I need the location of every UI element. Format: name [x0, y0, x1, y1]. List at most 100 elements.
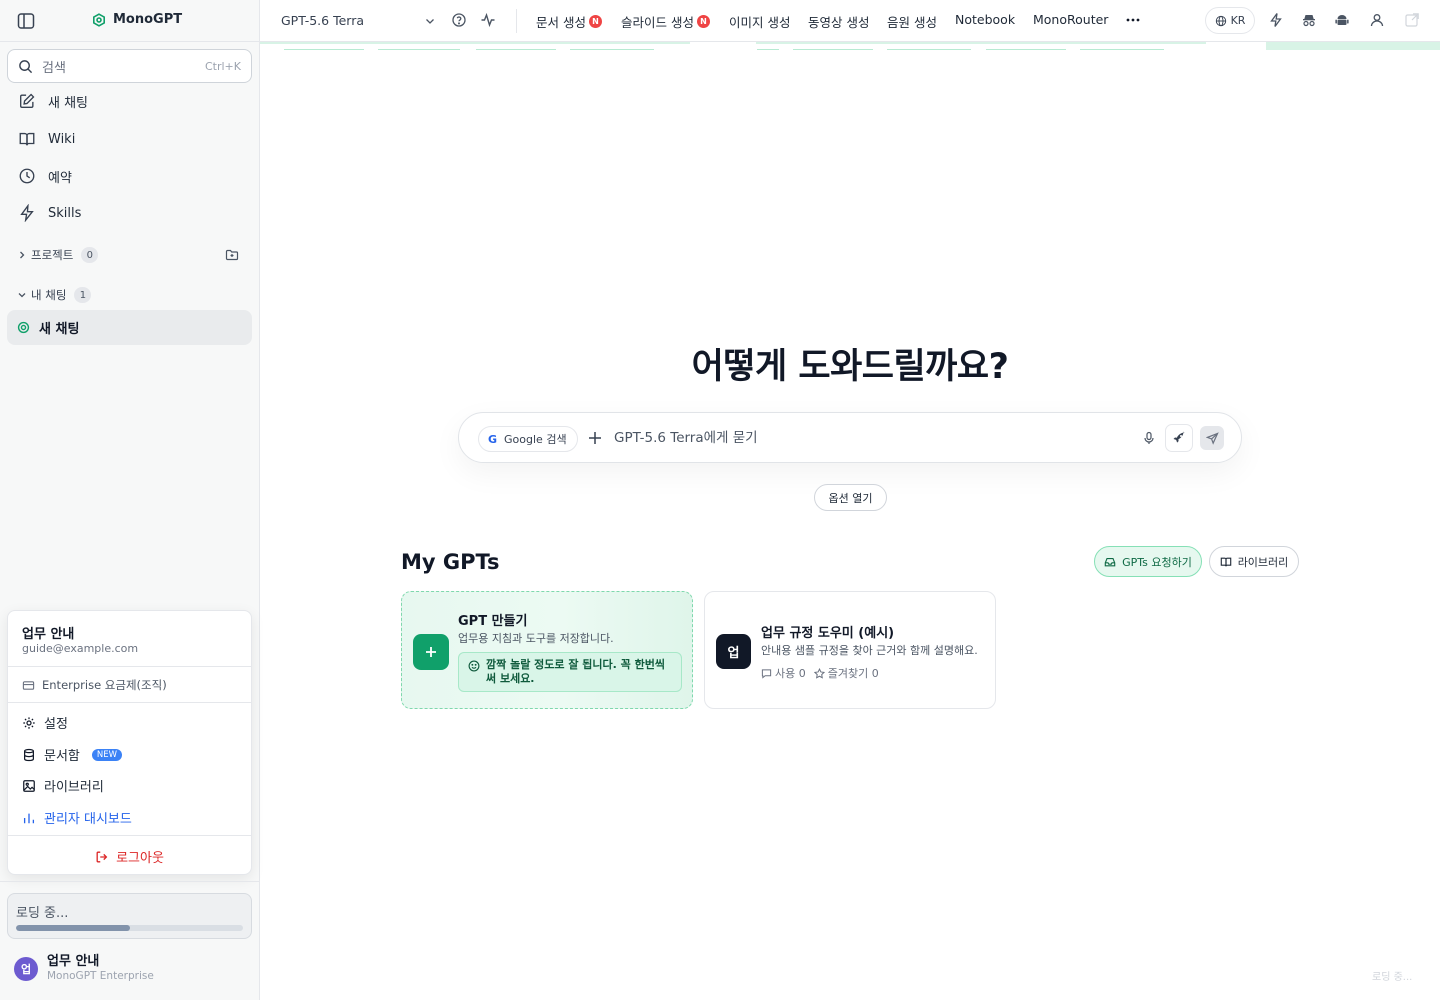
google-search-label: Google 검색 [504, 433, 567, 446]
plus-icon[interactable] [587, 430, 603, 446]
sidebar-item-skills[interactable]: Skills [7, 197, 252, 229]
menu-divider [8, 835, 251, 836]
google-search-toggle[interactable]: G Google 검색 [478, 426, 578, 452]
inbox-icon [1104, 557, 1116, 566]
nav-notebook[interactable]: Notebook [955, 12, 1015, 27]
user-plan: MonoGPT Enterprise [47, 970, 154, 982]
sidebar-item-new-chat[interactable]: 새 채팅 [7, 85, 252, 117]
send-button[interactable] [1200, 426, 1224, 450]
external-link-icon[interactable] [1404, 12, 1420, 28]
menu-item-label: 라이브러리 [44, 780, 104, 795]
nav-label: Notebook [955, 12, 1016, 27]
microphone-icon[interactable] [1142, 431, 1156, 445]
avatar: 업 [14, 956, 38, 981]
plus-icon [426, 647, 436, 657]
logout-label: 로그아웃 [116, 851, 164, 866]
sidebar-item-wiki[interactable]: Wiki [7, 123, 252, 155]
nav-label: 동영상 생성 [808, 15, 870, 30]
nav-label: MonoRouter [1033, 12, 1109, 27]
gpt-uses: 사용 0 [761, 665, 806, 681]
user-name: 업무 안내 [47, 954, 100, 969]
android-icon[interactable] [1334, 12, 1350, 28]
new-folder-icon[interactable] [225, 248, 239, 262]
model-selector[interactable]: GPT-5.6 Terra [281, 13, 364, 28]
sidebar-item-label: Skills [48, 205, 82, 221]
nav-monorouter[interactable]: MonoRouter [1033, 12, 1108, 27]
chat-item-active[interactable]: 새 채팅 [7, 310, 252, 345]
gpt-card[interactable]: 업 업무 규정 도우미 (예시) 안내용 샘플 규정을 찾아 근거와 함께 설명… [704, 591, 996, 709]
chevron-down-icon[interactable] [424, 15, 436, 27]
clock-icon [19, 168, 35, 184]
activity-icon[interactable] [480, 12, 496, 28]
app-name: MonoGPT [113, 12, 183, 27]
smile-icon [468, 660, 480, 672]
sidebar-header: MonoGPT [0, 0, 259, 42]
request-gpts-label: GPTs 요청하기 [1122, 555, 1192, 569]
image-icon [23, 779, 35, 792]
gpt-favorites: 즐겨찾기 0 [813, 665, 879, 681]
my-chats-group[interactable]: 내 채팅 1 [17, 287, 92, 303]
nav-label: 문서 생성 [536, 15, 586, 30]
more-icon[interactable] [1125, 12, 1141, 28]
gpt-favorites-label: 즐겨찾기 0 [827, 667, 879, 680]
nav-slide-generation[interactable]: 슬라이드 생성 N [621, 12, 710, 31]
rocket-button[interactable] [1165, 424, 1193, 452]
star-icon [813, 667, 825, 679]
create-gpt-card[interactable]: GPT 만들기 업무용 지침과 도구를 저장합니다. 깜짝 놀랄 정도로 잘 됩… [401, 591, 693, 709]
menu-item-documents[interactable]: 문서함 NEW [22, 745, 123, 764]
logout-button[interactable]: 로그아웃 [8, 847, 251, 866]
lightning-icon[interactable] [1268, 12, 1284, 28]
open-options-button[interactable]: 옵션 열기 [814, 484, 887, 511]
chevron-down-icon [18, 293, 26, 298]
user-icon[interactable] [1369, 12, 1385, 28]
gpt-title: 업무 규정 도우미 (예시) [761, 626, 895, 641]
request-gpts-button[interactable]: GPTs 요청하기 [1094, 546, 1202, 577]
sidebar: MonoGPT 검색 Ctrl+K 새 채팅 Wiki 예약 Skills 프로… [0, 0, 260, 1000]
language-selector[interactable]: KR [1205, 7, 1255, 34]
footer-loading: 로딩 중... [1372, 972, 1413, 983]
menu-item-admin-dashboard[interactable]: 관리자 대시보드 [22, 808, 132, 827]
gpt-stats: 사용 0 즐겨찾기 0 [761, 665, 879, 681]
library-button[interactable]: 라이브러리 [1209, 546, 1299, 577]
search-input[interactable]: 검색 Ctrl+K [7, 49, 252, 83]
sidebar-divider [0, 881, 260, 882]
search-icon [19, 59, 33, 73]
menu-item-settings[interactable]: 설정 [22, 713, 68, 732]
my-chats-count: 1 [74, 287, 92, 303]
nav-video-generation[interactable]: 동영상 생성 [808, 12, 869, 31]
book-icon [1220, 557, 1231, 566]
nav-document-generation[interactable]: 문서 생성 N [536, 12, 602, 31]
projects-label: 프로젝트 [31, 248, 74, 262]
help-icon[interactable] [451, 12, 467, 28]
gear-icon [23, 716, 35, 729]
top-bar: GPT-5.6 Terra 문서 생성 N 슬라이드 생성 N 이미지 생성 동… [260, 0, 1440, 42]
nav-audio-generation[interactable]: 음원 생성 [887, 12, 937, 31]
sidebar-toggle-icon[interactable] [16, 11, 36, 31]
google-icon: G [488, 432, 498, 446]
toolbar-separator [516, 9, 517, 33]
brand-logo[interactable]: MonoGPT [92, 12, 182, 27]
loading-progress-track [16, 925, 243, 931]
chat-logo-icon [17, 321, 30, 334]
menu-divider [8, 666, 251, 667]
menu-item-label: 설정 [44, 717, 68, 732]
menu-divider [8, 702, 251, 703]
nav-label: 이미지 생성 [729, 15, 791, 30]
composer: G Google 검색 [458, 412, 1242, 463]
sidebar-item-schedule[interactable]: 예약 [7, 160, 252, 192]
nav-label: 음원 생성 [887, 15, 937, 30]
chat-input[interactable] [614, 430, 1134, 446]
bar-chart-icon [23, 813, 35, 823]
gpt-desc: 안내용 샘플 규정을 찾아 근거와 함께 설명해요. [761, 644, 978, 657]
logout-icon [96, 851, 108, 862]
create-gpt-button[interactable] [413, 634, 449, 670]
edit-icon [20, 93, 35, 108]
account-plan: Enterprise 요금제(조직) [22, 677, 167, 693]
menu-item-library[interactable]: 라이브러리 [22, 776, 104, 795]
projects-group[interactable]: 프로젝트 0 [17, 247, 99, 263]
user-profile[interactable]: 업 업무 안내 MonoGPT Enterprise [14, 954, 154, 983]
nav-image-generation[interactable]: 이미지 생성 [729, 12, 790, 31]
database-icon [24, 748, 34, 761]
create-gpt-tip: 깜짝 놀랄 정도로 잘 됩니다. 꼭 한번씩 써 보세요. [458, 652, 682, 692]
incognito-icon[interactable] [1301, 12, 1317, 28]
